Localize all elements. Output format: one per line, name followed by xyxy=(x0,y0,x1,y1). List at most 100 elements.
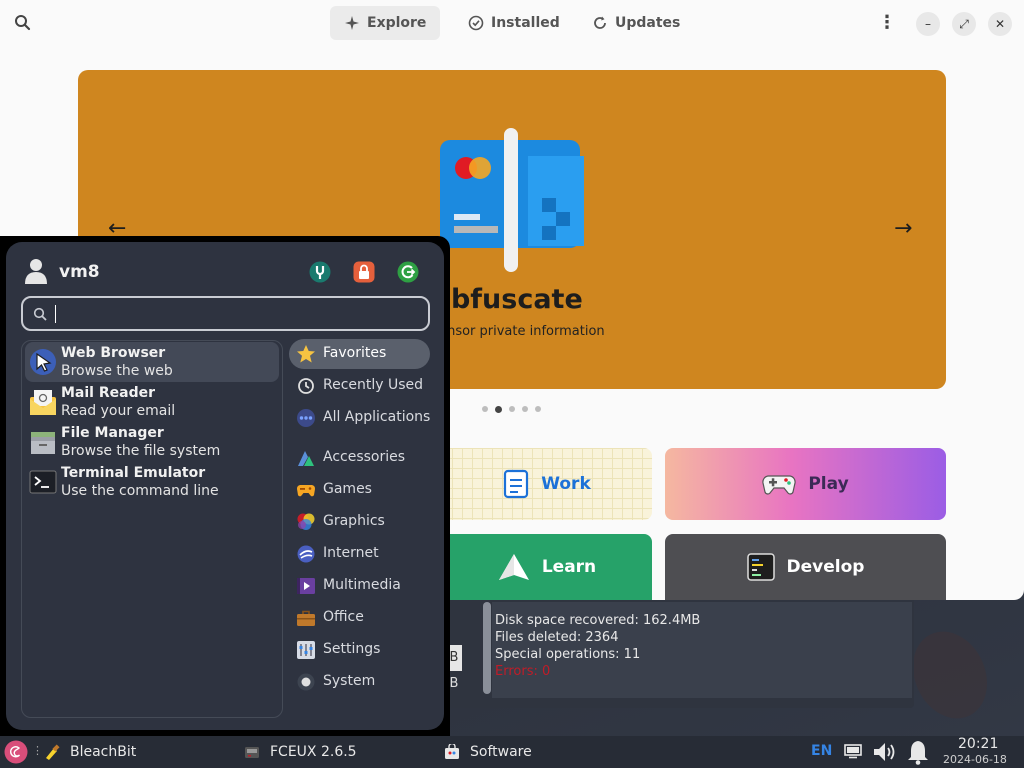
task-software[interactable]: Software xyxy=(444,736,532,768)
app-name: Terminal Emulator xyxy=(61,465,206,481)
clipboard-icon xyxy=(504,469,529,499)
category-label: Favorites xyxy=(323,345,387,361)
clock-time[interactable]: 20:21 xyxy=(958,736,998,752)
category-label: Settings xyxy=(323,641,381,657)
category-recently-used[interactable]: Recently Used xyxy=(289,371,430,401)
header-bar: Explore Installed Updates ⋮ – ⤢ ✕ xyxy=(0,0,1024,46)
app-description: Browse the file system xyxy=(61,443,221,459)
clock-icon xyxy=(298,378,314,394)
app-file-manager[interactable]: File Manager Browse the file system xyxy=(25,422,279,462)
task-label: BleachBit xyxy=(70,744,137,760)
app-name: Mail Reader xyxy=(61,385,155,401)
refresh-icon xyxy=(594,16,606,29)
category-work[interactable]: Work xyxy=(442,448,652,520)
folder-icon xyxy=(31,432,55,454)
carousel-dot-active[interactable] xyxy=(495,405,502,413)
task-fceux[interactable]: FCEUX 2.6.5 xyxy=(244,736,357,768)
category-label: All Applications xyxy=(323,409,431,425)
category-accessories[interactable]: Accessories xyxy=(289,443,430,473)
tab-explore[interactable]: Explore xyxy=(330,6,441,40)
category-work-label: Work xyxy=(541,474,591,494)
category-label: Recently Used xyxy=(323,377,424,393)
games-icon xyxy=(296,485,316,497)
category-games[interactable]: Games xyxy=(289,475,430,505)
settings-icon xyxy=(297,641,315,659)
kebab-menu-icon[interactable]: ⋮ xyxy=(876,12,898,34)
category-all-applications[interactable]: All Applications xyxy=(289,403,430,433)
carousel-dot[interactable] xyxy=(509,406,515,412)
task-label: Software xyxy=(470,744,532,760)
app-description: Browse the web xyxy=(61,363,173,379)
category-learn[interactable]: Learn xyxy=(442,534,652,600)
task-bleachbit[interactable]: BleachBit xyxy=(44,736,136,768)
logout-icon[interactable] xyxy=(397,261,419,283)
log-line-space: Disk space recovered: 162.4MB xyxy=(495,613,701,628)
log-line-files: Files deleted: 2364 xyxy=(495,630,619,645)
maximize-icon[interactable]: ⤢ xyxy=(952,12,976,36)
user-name: vm8 xyxy=(59,262,100,282)
network-icon[interactable] xyxy=(844,743,862,759)
app-name: Web Browser xyxy=(61,345,166,361)
close-icon[interactable]: ✕ xyxy=(988,12,1012,36)
bleachbit-icon xyxy=(46,744,60,760)
app-web-browser[interactable]: Web Browser Browse the web xyxy=(25,342,279,382)
app-mail-reader[interactable]: Mail Reader Read your email xyxy=(25,382,279,422)
explore-icon xyxy=(345,16,359,30)
banner-title: Obfuscate xyxy=(428,284,583,315)
category-graphics[interactable]: Graphics xyxy=(289,507,430,537)
gamepad-icon xyxy=(762,475,796,495)
category-play-label: Play xyxy=(808,474,849,494)
tab-explore-label: Explore xyxy=(367,15,427,31)
panel-separator: ⋮ xyxy=(32,744,43,757)
category-multimedia[interactable]: Multimedia xyxy=(289,571,430,601)
web-browser-icon xyxy=(30,349,56,375)
carousel-dot[interactable] xyxy=(522,406,528,412)
category-develop[interactable]: Develop xyxy=(665,534,946,600)
carousel-dot[interactable] xyxy=(482,406,488,412)
category-system[interactable]: System xyxy=(289,667,430,697)
internet-icon xyxy=(297,545,315,563)
category-label: Accessories xyxy=(323,449,406,465)
lock-icon[interactable] xyxy=(353,261,375,283)
tab-updates-label: Updates xyxy=(615,15,681,31)
obfuscate-app-icon xyxy=(440,128,584,272)
app-name: File Manager xyxy=(61,425,164,441)
keyboard-layout-indicator[interactable]: EN xyxy=(811,743,832,759)
category-label: Internet xyxy=(323,545,379,561)
carousel-dot[interactable] xyxy=(535,406,541,412)
app-menu-icon[interactable] xyxy=(4,740,28,764)
terminal-icon xyxy=(746,553,775,581)
category-label: Multimedia xyxy=(323,577,401,593)
app-description: Read your email xyxy=(61,403,176,419)
clock-date[interactable]: 2024-06-18 xyxy=(943,753,1007,766)
menu-search-box xyxy=(21,296,430,331)
graphics-icon xyxy=(297,513,315,530)
category-settings[interactable]: Settings xyxy=(289,635,430,665)
dots-icon xyxy=(297,409,315,427)
search-icon[interactable] xyxy=(12,12,34,34)
multimedia-icon xyxy=(297,578,315,594)
search-icon xyxy=(33,307,47,321)
arrow-right-icon[interactable]: → xyxy=(894,216,912,241)
category-label: Games xyxy=(323,481,372,497)
paper-plane-icon xyxy=(498,554,529,580)
menu-search-input[interactable] xyxy=(55,302,415,326)
app-terminal-emulator[interactable]: Terminal Emulator Use the command line xyxy=(25,462,279,502)
check-circle-icon xyxy=(468,15,484,31)
system-icon xyxy=(297,673,315,691)
log-line-special: Special operations: 11 xyxy=(495,647,641,662)
minimize-icon[interactable]: – xyxy=(916,12,940,36)
category-label: Office xyxy=(323,609,364,625)
bleachbit-log: Disk space recovered: 162.4MB Files dele… xyxy=(492,602,912,698)
tab-installed[interactable]: Installed xyxy=(454,6,574,40)
tab-updates[interactable]: Updates xyxy=(578,6,694,40)
settings-icon[interactable] xyxy=(309,261,331,283)
bleachbit-scrollbar[interactable] xyxy=(483,602,491,694)
volume-icon[interactable] xyxy=(872,740,898,764)
category-play[interactable]: Play xyxy=(665,448,946,520)
notification-bell-icon[interactable] xyxy=(906,739,930,765)
category-internet[interactable]: Internet xyxy=(289,539,430,569)
category-favorites[interactable]: Favorites xyxy=(289,339,430,369)
category-office[interactable]: Office xyxy=(289,603,430,633)
log-line-errors: Errors: 0 xyxy=(495,664,551,679)
